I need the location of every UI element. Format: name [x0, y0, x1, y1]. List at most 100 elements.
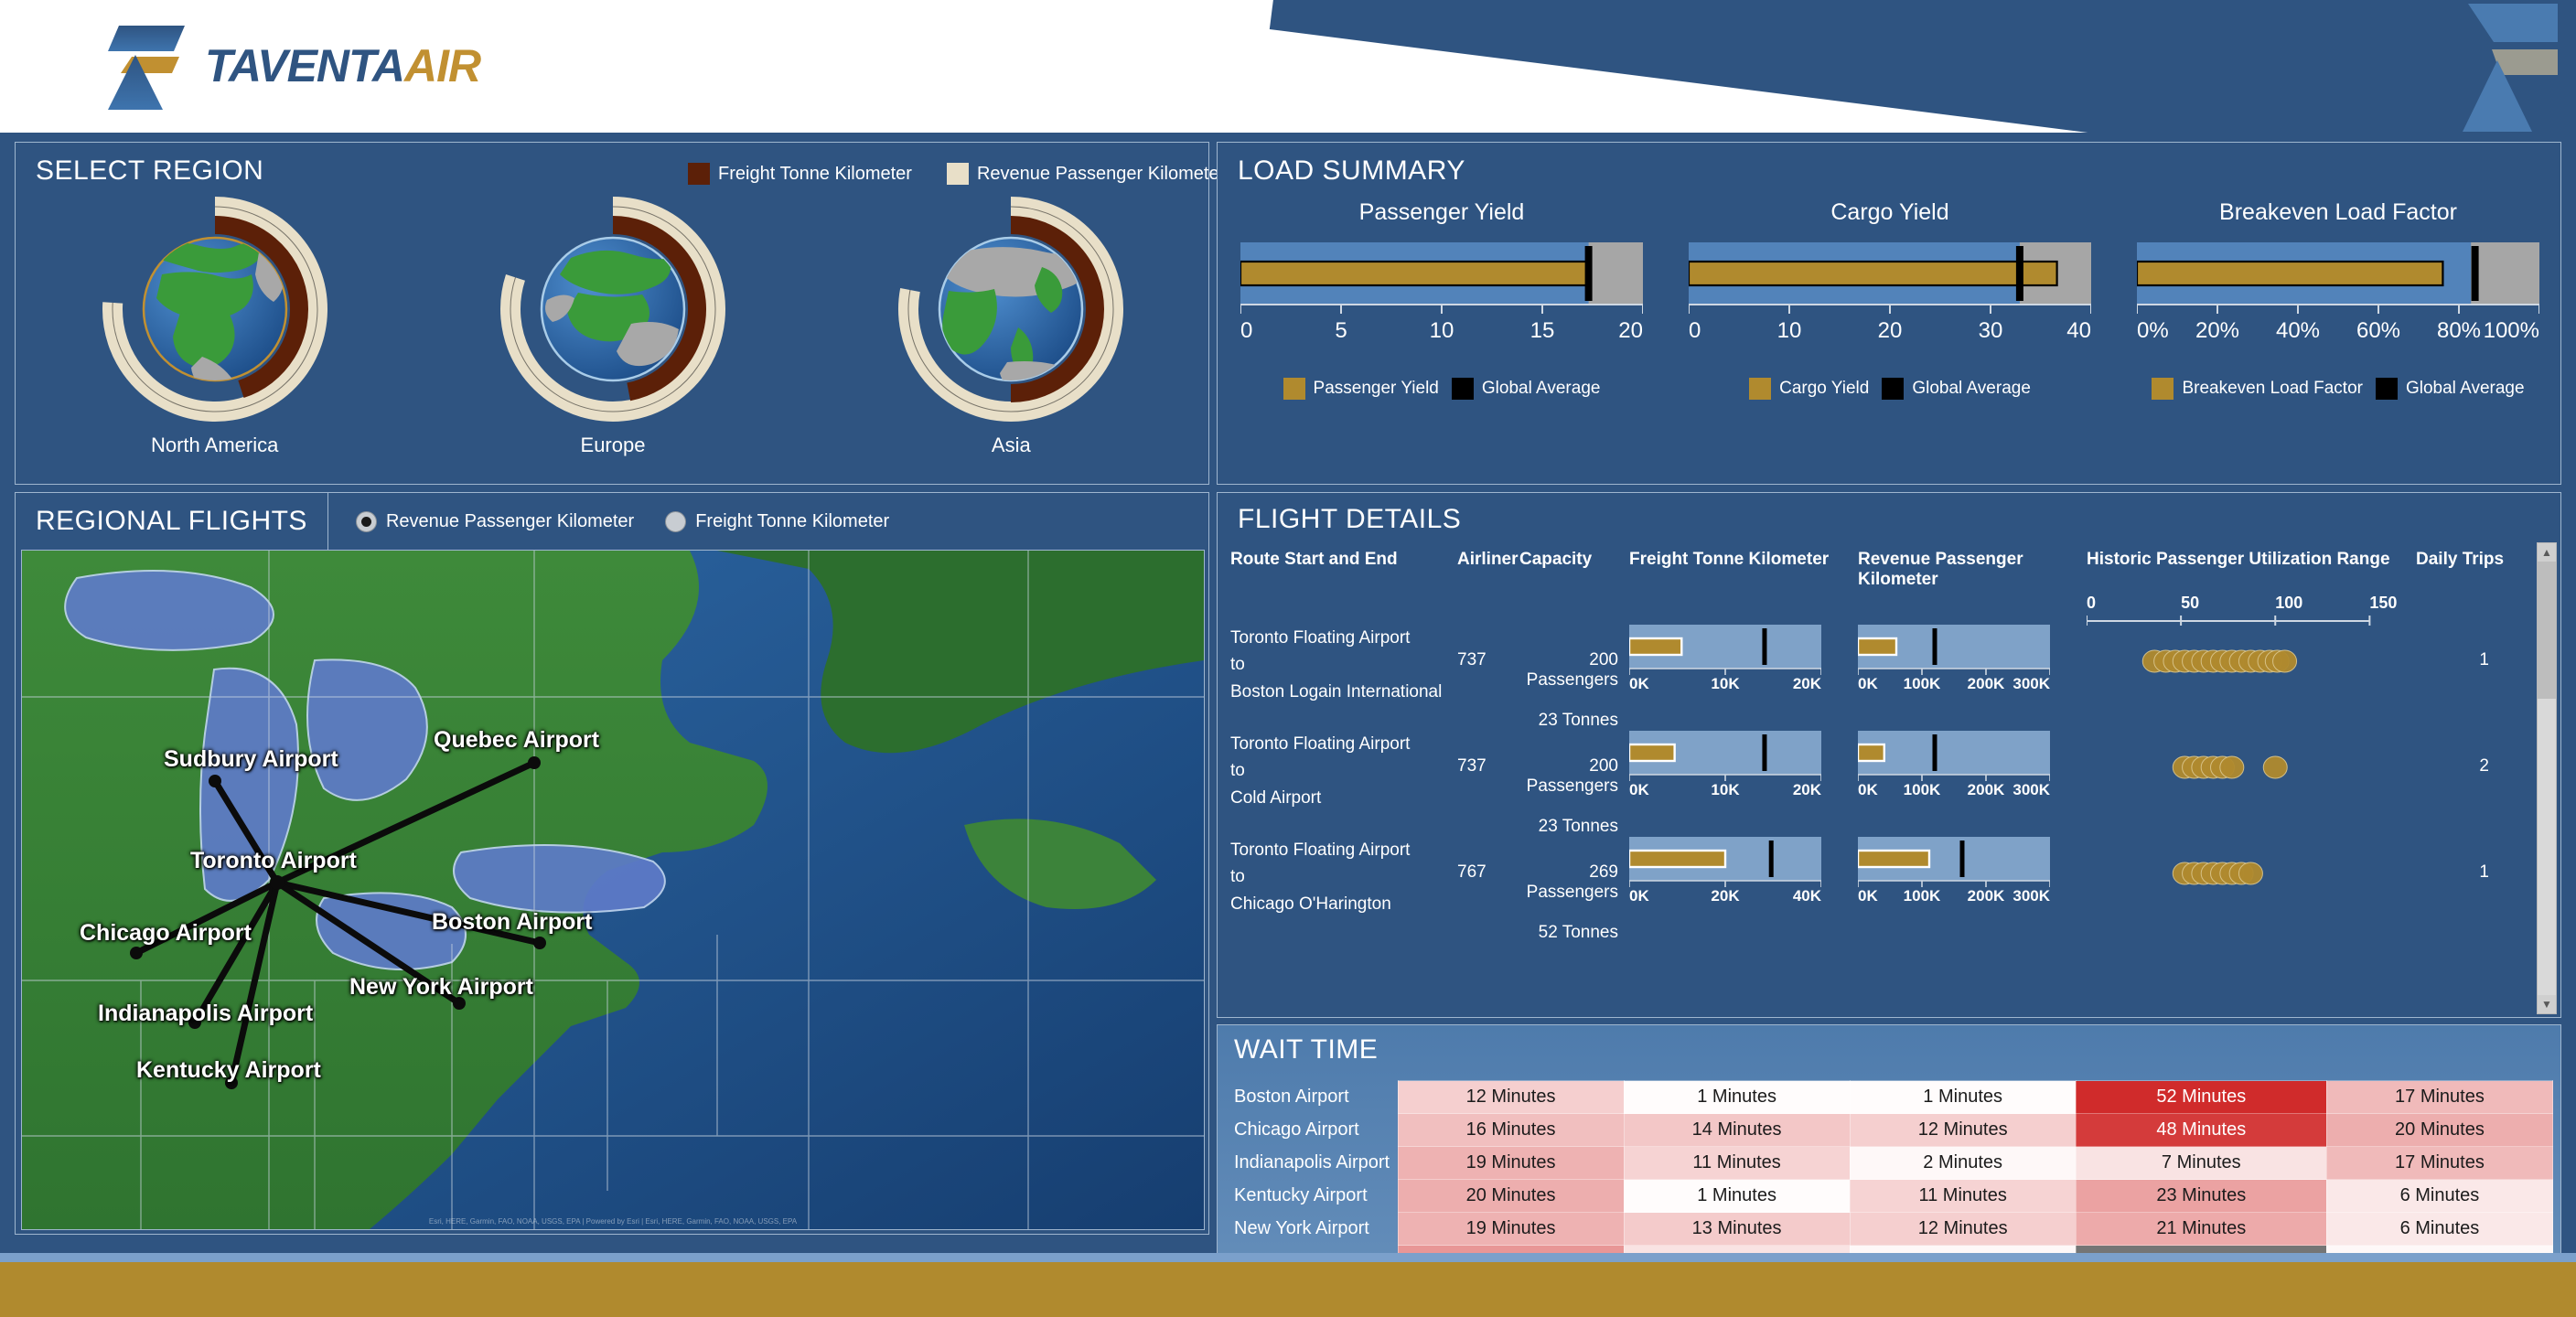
column-header: Revenue Passenger Kilometer [1858, 550, 2023, 589]
load-summary-chart: Cargo Yield 0 10 20 30 40 Cargo Yield Global… [1666, 199, 2114, 400]
wait-time-cell[interactable]: 13 Minutes [1623, 1212, 1851, 1246]
legend-label-value: Breakeven Load Factor [2182, 379, 2363, 398]
chart-title: Breakeven Load Factor [2219, 199, 2457, 225]
scroll-down-icon[interactable]: ▼ [2538, 995, 2556, 1013]
table-row[interactable]: Toronto Floating Airport to Boston Logai… [1218, 625, 2531, 731]
daily-trips-cell: 1 [2479, 650, 2489, 669]
table-row[interactable]: Boston Airport 12 Minutes 1 Minutes 1 Minu… [1229, 1080, 2554, 1114]
hist-cell [2087, 837, 2416, 943]
mini-bullet-chart: 0K 100K 200K 300K [1858, 837, 2050, 905]
route-from: Toronto Floating Airport [1230, 841, 1411, 860]
wait-time-row-label: Kentucky Airport [1234, 1185, 1368, 1205]
hist-axis: 0 50 100 150 [2087, 594, 2416, 626]
wait-time-row-label: Indianapolis Airport [1234, 1152, 1390, 1172]
load-summary-chart: Passenger Yield 0 5 10 15 20 Passenger Yield… [1218, 199, 1666, 400]
wait-time-cell[interactable]: 19 Minutes [1397, 1212, 1625, 1246]
radio-freight-tonne-kilometer[interactable]: Freight Tonne Kilometer [665, 510, 890, 532]
wait-time-cell[interactable]: 11 Minutes [1623, 1146, 1851, 1180]
rpk-cell: 0K 100K 200K 300K [1858, 731, 2087, 837]
wait-time-cell[interactable]: 11 Minutes [1849, 1179, 2077, 1213]
wait-time-title: WAIT TIME [1234, 1034, 1379, 1065]
metric-radio-group[interactable]: Revenue Passenger Kilometer Freight Tonn… [355, 510, 890, 532]
region-card[interactable]: Europe [413, 190, 811, 457]
brand-wordmark: TAVENTAAIR [205, 43, 481, 89]
wait-time-row-label: Boston Airport [1234, 1087, 1349, 1107]
radio-label: Freight Tonne Kilometer [695, 510, 890, 531]
dashboard-root: TAVENTAAIR SELECT REGION Freight Tonne K… [0, 0, 2576, 1317]
route-mid: to [1230, 867, 1245, 887]
svg-text:0%: 0% [2137, 318, 2169, 343]
table-row[interactable]: Toronto Floating Airport to Chicago O'Ha… [1218, 837, 2531, 943]
regional-flights-title: REGIONAL FLIGHTS [36, 506, 307, 536]
table-row[interactable]: Indianapolis Airport 19 Minutes 11 Minute… [1229, 1146, 2554, 1180]
svg-text:40K: 40K [1793, 887, 1821, 905]
table-row[interactable]: Kentucky Airport 20 Minutes 1 Minutes 11 M… [1229, 1179, 2554, 1213]
wait-time-cell[interactable]: 12 Minutes [1849, 1113, 2077, 1147]
wait-time-cell[interactable]: 17 Minutes [2325, 1080, 2554, 1114]
wait-time-cell[interactable]: 20 Minutes [1397, 1179, 1625, 1213]
legend-label-target: Global Average [1912, 379, 2031, 398]
flight-route-map[interactable]: Toronto Airport Sudbury Airport Quebec Air… [21, 550, 1205, 1230]
wait-time-cell[interactable]: 16 Minutes [1397, 1113, 1625, 1147]
wait-time-cell[interactable]: 2 Minutes [1849, 1146, 2077, 1180]
scrollbar-thumb[interactable] [2538, 562, 2556, 699]
wait-time-cell[interactable]: 17 Minutes [2325, 1146, 2554, 1180]
region-card[interactable]: Asia [812, 190, 1210, 457]
wait-time-cell[interactable]: 23 Minutes [2075, 1179, 2327, 1213]
globe-europe[interactable] [494, 190, 732, 428]
radio-revenue-passenger-kilometer[interactable]: Revenue Passenger Kilometer [355, 510, 634, 532]
svg-text:10: 10 [1777, 318, 1802, 343]
bullet-chart: 0 5 10 15 20 [1240, 242, 1643, 343]
wait-time-cell[interactable]: 7 Minutes [2075, 1146, 2327, 1180]
wait-time-cell[interactable]: 1 Minutes [1849, 1080, 2077, 1114]
svg-text:0: 0 [1240, 318, 1252, 343]
flight-details-scroll-area[interactable]: Route Start and End Airliner Capacity Freig… [1218, 550, 2562, 1016]
wait-time-cell[interactable]: 14 Minutes [1623, 1113, 1851, 1147]
svg-text:40: 40 [2066, 318, 2091, 343]
radio-button-icon[interactable] [665, 510, 687, 532]
table-row[interactable]: Toronto Floating Airport to Cold Airport… [1218, 731, 2531, 837]
legend-label-value: Passenger Yield [1313, 379, 1439, 398]
wait-time-cell[interactable]: 6 Minutes [2325, 1179, 2554, 1213]
bullet-chart: 0 10 20 30 40 [1689, 242, 2091, 343]
mini-bullet-chart: 0K 100K 200K 300K [1858, 625, 2050, 692]
wait-time-cell[interactable]: 12 Minutes [1397, 1080, 1625, 1114]
svg-text:200K: 200K [1968, 887, 2005, 905]
wait-time-cell[interactable]: 6 Minutes [2325, 1212, 2554, 1246]
svg-text:100K: 100K [1904, 887, 1941, 905]
svg-text:0: 0 [1689, 318, 1701, 343]
map-label-toronto-airport: Toronto Airport [190, 848, 357, 873]
svg-text:300K: 300K [2012, 675, 2050, 692]
wait-time-cell[interactable]: 19 Minutes [1397, 1146, 1625, 1180]
wait-time-cell[interactable]: 12 Minutes [1849, 1212, 2077, 1246]
wait-time-cell[interactable]: 20 Minutes [2325, 1113, 2554, 1147]
hist-cell [2087, 731, 2416, 837]
flight-details-scrollbar[interactable]: ▲ ▼ [2537, 542, 2557, 1014]
route-mid: to [1230, 655, 1245, 675]
radio-button-icon[interactable] [355, 510, 377, 532]
column-header: Capacity [1519, 550, 1593, 569]
wait-time-cell[interactable]: 1 Minutes [1623, 1080, 1851, 1114]
table-row[interactable]: Chicago Airport 16 Minutes 14 Minutes 12 M… [1229, 1113, 2554, 1147]
column-header: Freight Tonne Kilometer [1629, 550, 1830, 569]
regional-flights-header: REGIONAL FLIGHTS Revenue Passenger Kilom… [16, 493, 1210, 550]
daily-trips-cell: 1 [2479, 862, 2489, 882]
globe-north-america[interactable] [96, 190, 334, 428]
route-from: Toronto Floating Airport [1230, 734, 1411, 754]
region-card[interactable]: North America [16, 190, 413, 457]
svg-text:0K: 0K [1629, 675, 1649, 692]
route-to: Chicago O'Harington [1230, 894, 1391, 914]
route-mid: to [1230, 761, 1245, 781]
hist-tick-label: 100 [2275, 594, 2303, 612]
wait-time-cell[interactable]: 21 Minutes [2075, 1212, 2327, 1246]
wait-time-cell[interactable]: 48 Minutes [2075, 1113, 2327, 1147]
wait-time-cell[interactable]: 52 Minutes [2075, 1080, 2327, 1114]
scroll-up-icon[interactable]: ▲ [2538, 543, 2556, 562]
bullet-chart: 0% 20% 40% 60% 80% 100% [2137, 242, 2539, 343]
brand-logo[interactable]: TAVENTAAIR [95, 22, 481, 110]
wait-time-cell[interactable]: 1 Minutes [1623, 1179, 1851, 1213]
route-cell: Toronto Floating Airport to Boston Logai… [1230, 625, 1457, 731]
table-row[interactable]: New York Airport 19 Minutes 13 Minutes 12 … [1229, 1212, 2554, 1246]
globe-asia[interactable] [892, 190, 1130, 428]
legend-item: Freight Tonne Kilometer [688, 163, 912, 185]
